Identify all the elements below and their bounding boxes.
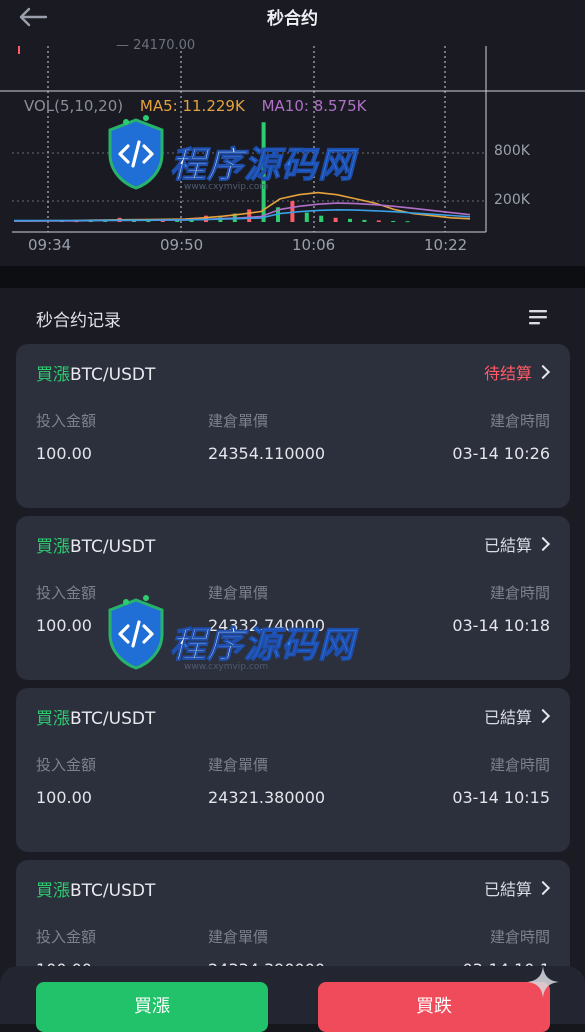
- chart-truncated-label: — 24170.00: [116, 38, 196, 53]
- x-tick-label: 10:06: [292, 236, 336, 254]
- records-section: 秒合约记录 買漲BTC/USDT 待结算 投入金額 建倉單價 建倉時間 100.…: [0, 288, 585, 1024]
- page-title: 秒合约: [267, 9, 318, 29]
- y-tick-label: 800K: [494, 143, 530, 159]
- pair-label: BTC/USDT: [70, 537, 156, 557]
- record-card[interactable]: 買漲BTC/USDT 已結算 投入金額 建倉單價 建倉時間 100.00 243…: [16, 688, 570, 852]
- record-status[interactable]: 已結算: [483, 532, 551, 556]
- direction-label: 買漲: [36, 537, 70, 557]
- status-text: 已結算: [483, 536, 532, 555]
- price-value: 24321.380000: [208, 788, 326, 807]
- amount-value: 100.00: [36, 616, 92, 635]
- chevron-right-icon: [535, 880, 551, 896]
- top-bar: 秒合约: [0, 0, 585, 46]
- record-card[interactable]: 買漲BTC/USDT 已結算 投入金額 建倉單價 建倉時間 100.00 243…: [16, 516, 570, 680]
- price-label: 建倉單價: [208, 584, 269, 602]
- volume-bar: [405, 221, 410, 223]
- volume-bar: [376, 220, 381, 222]
- pair-label: BTC/USDT: [70, 709, 156, 729]
- volume-legend: VOL(5,10,20) MA5: 11.229K MA10: 8.575K: [24, 97, 378, 115]
- amount-label: 投入金額: [36, 584, 97, 602]
- time-label: 建倉時間: [489, 756, 550, 774]
- price-value: 24354.110000: [208, 444, 326, 463]
- volume-bar: [304, 212, 309, 222]
- record-header: 買漲BTC/USDT: [36, 532, 155, 557]
- price-value: 24332.740000: [208, 616, 326, 635]
- record-status[interactable]: 已結算: [483, 876, 551, 900]
- record-header: 買漲BTC/USDT: [36, 876, 155, 901]
- volume-bar: [333, 217, 338, 222]
- records-title: 秒合约记录: [36, 311, 121, 331]
- direction-label: 買漲: [36, 709, 70, 729]
- record-card[interactable]: 買漲BTC/USDT 待结算 投入金額 建倉單價 建倉時間 100.00 243…: [16, 344, 570, 508]
- time-value: 03-14 10:18: [452, 616, 550, 635]
- record-header: 買漲BTC/USDT: [36, 360, 155, 385]
- volume-bar: [348, 218, 352, 222]
- buy-down-button[interactable]: 買跌: [318, 982, 550, 1032]
- pair-label: BTC/USDT: [70, 365, 156, 385]
- status-text: 已結算: [483, 708, 532, 727]
- time-label: 建倉時間: [489, 584, 550, 602]
- amount-label: 投入金額: [36, 756, 97, 774]
- record-header: 買漲BTC/USDT: [36, 704, 155, 729]
- time-label: 建倉時間: [489, 928, 550, 946]
- amount-value: 100.00: [36, 444, 92, 463]
- volume-bar: [319, 215, 324, 222]
- chevron-right-icon: [535, 536, 551, 552]
- chevron-right-icon: [535, 708, 551, 724]
- sparkle-icon[interactable]: [523, 962, 563, 1002]
- volume-chart[interactable]: — 24170.00 VOL(5,10,20) MA5: 11.229K MA1…: [0, 38, 585, 266]
- volume-bar: [261, 122, 266, 222]
- time-label: 建倉時間: [489, 412, 550, 430]
- amount-value: 100.00: [36, 788, 92, 807]
- record-status[interactable]: 已結算: [483, 704, 551, 728]
- amount-label: 投入金額: [36, 928, 97, 946]
- volume-bar: [247, 209, 252, 222]
- y-tick-label: 200K: [494, 192, 530, 208]
- list-menu-icon[interactable]: [529, 308, 549, 326]
- chart-divider: [0, 266, 585, 288]
- time-value: 03-14 10:26: [452, 444, 550, 463]
- action-bar: 買漲 買跌: [0, 966, 585, 1032]
- price-label: 建倉單價: [208, 928, 269, 946]
- x-tick-label: 09:34: [28, 236, 72, 254]
- vol-legend-label: VOL(5,10,20): [24, 97, 124, 115]
- record-status[interactable]: 待结算: [483, 360, 551, 384]
- price-label: 建倉單價: [208, 412, 269, 430]
- ma5-legend-label: MA5: 11.229K: [139, 97, 245, 115]
- direction-label: 買漲: [36, 881, 70, 901]
- buy-up-button[interactable]: 買漲: [36, 982, 268, 1032]
- ma20-line: [14, 208, 471, 222]
- x-tick-label: 10:22: [424, 236, 468, 254]
- direction-label: 買漲: [36, 365, 70, 385]
- volume-bar: [391, 220, 396, 222]
- pair-label: BTC/USDT: [70, 881, 156, 901]
- chevron-right-icon: [535, 364, 551, 380]
- volume-bar: [362, 219, 367, 222]
- ma10-legend-label: MA10: 8.575K: [261, 97, 367, 115]
- status-text: 已結算: [483, 880, 532, 899]
- amount-label: 投入金額: [36, 412, 97, 430]
- status-text: 待结算: [483, 364, 532, 383]
- x-tick-label: 09:50: [160, 236, 204, 254]
- time-value: 03-14 10:15: [452, 788, 550, 807]
- price-label: 建倉單價: [208, 756, 269, 774]
